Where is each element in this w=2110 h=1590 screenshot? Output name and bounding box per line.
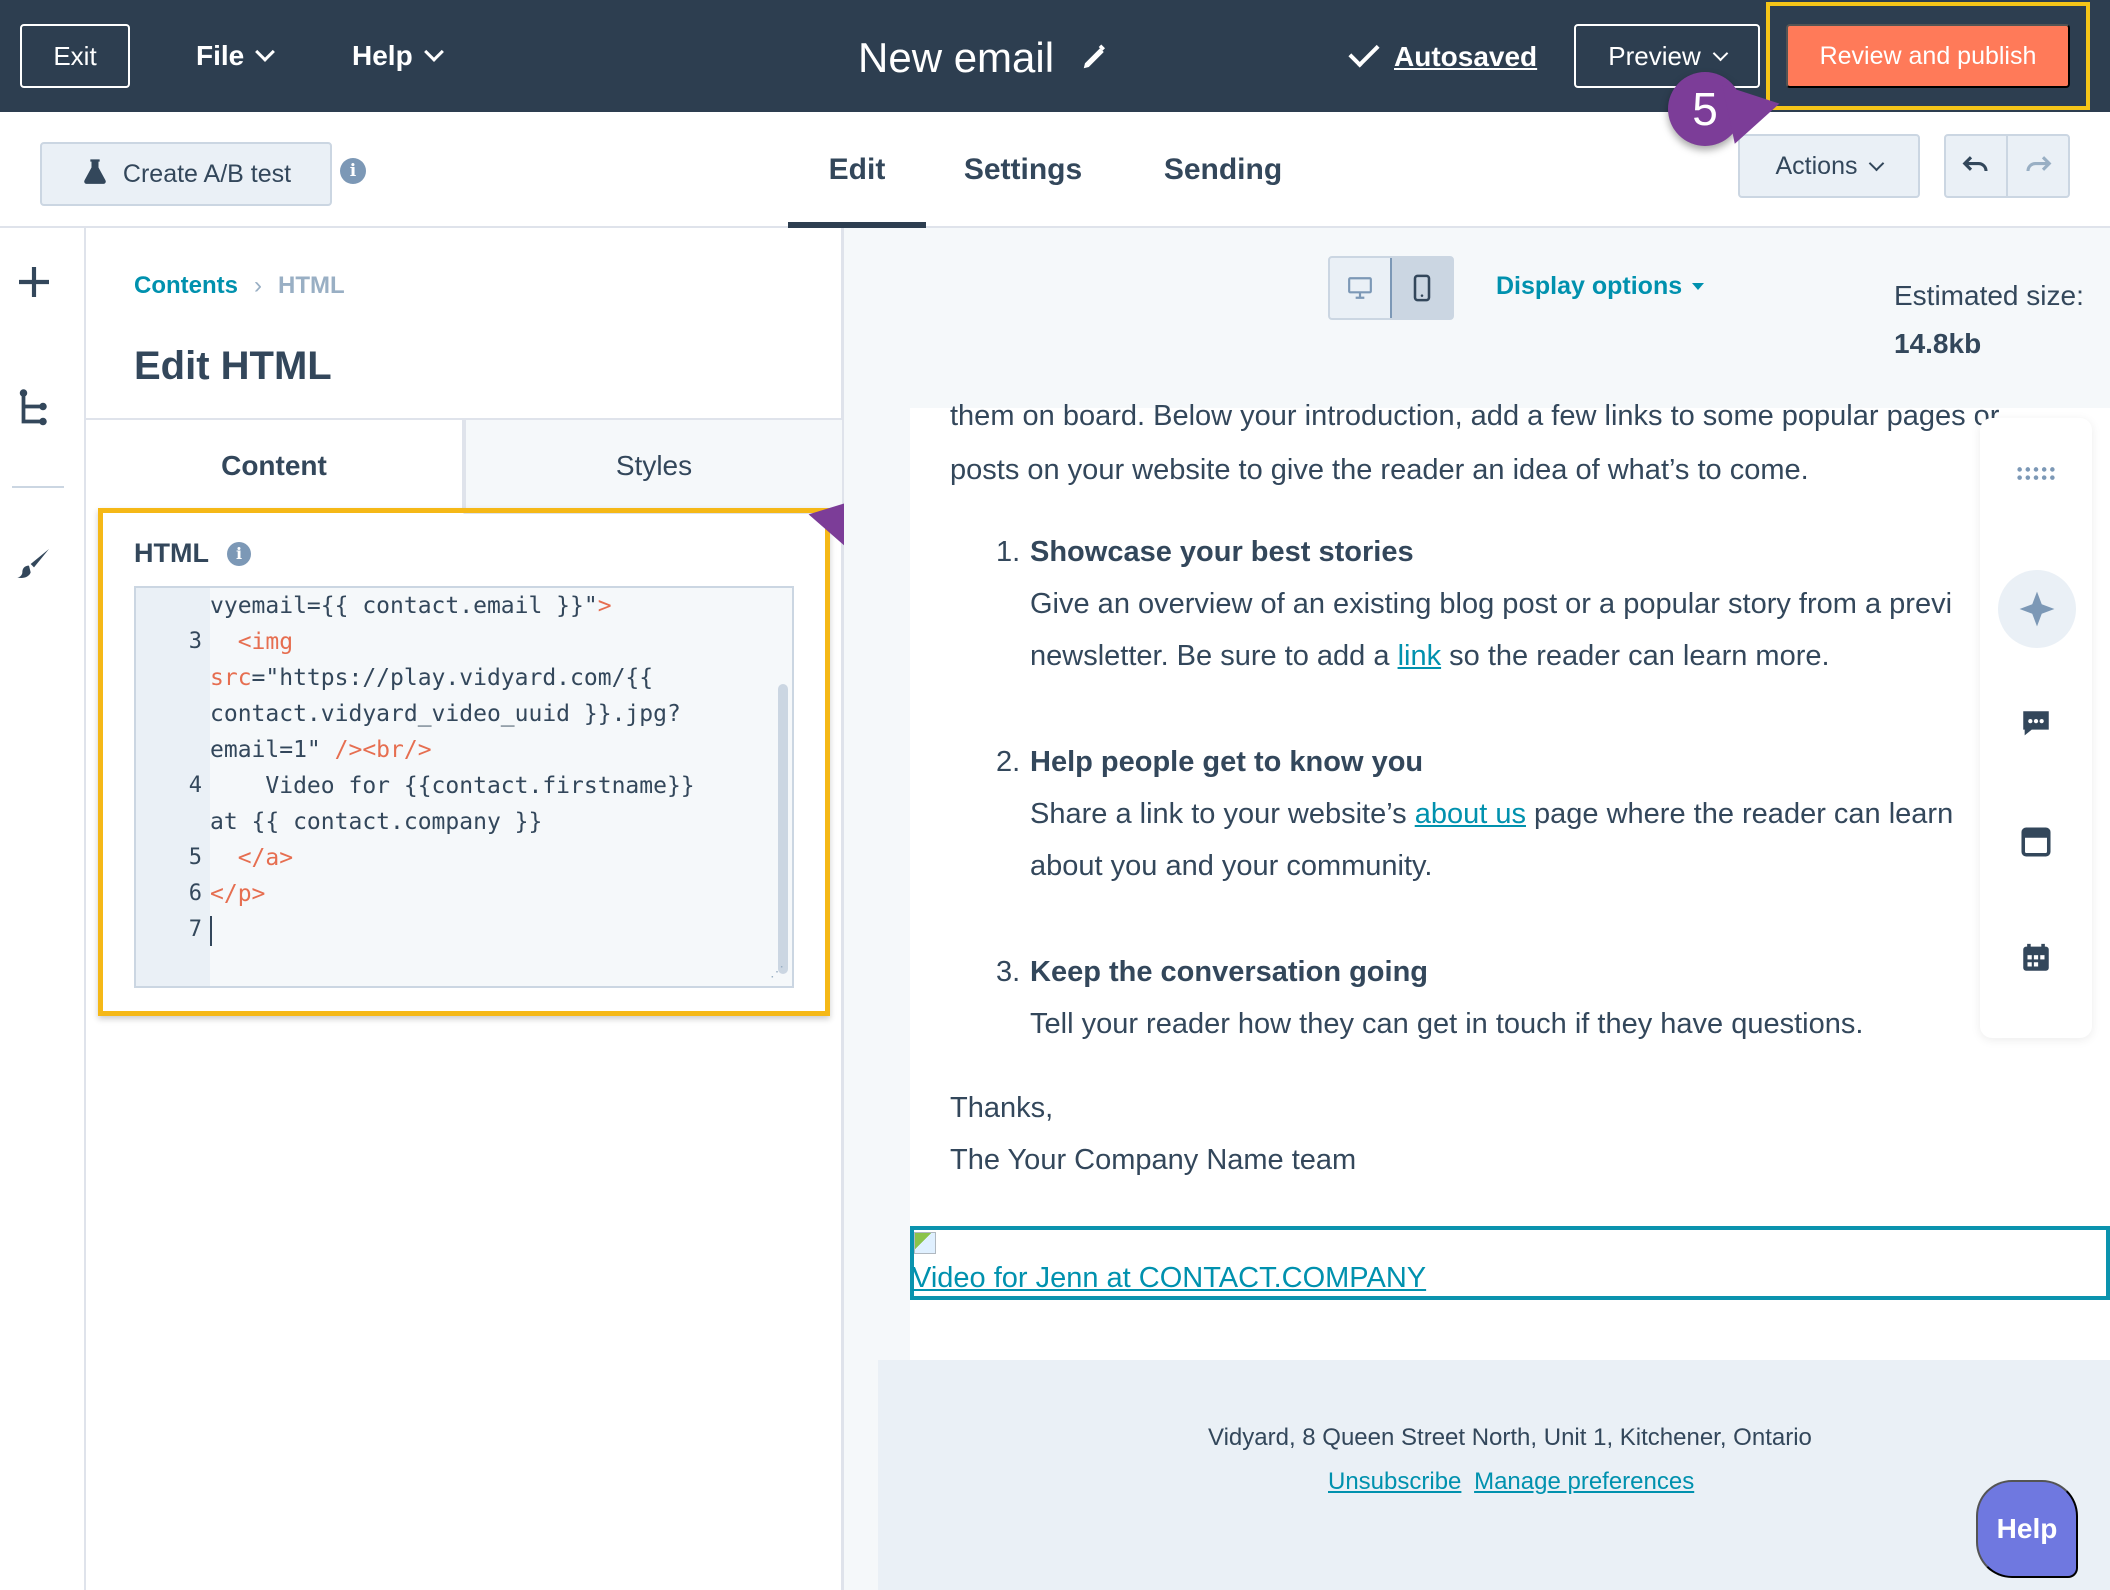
badge-pointer bbox=[1722, 74, 1786, 144]
beaker-icon bbox=[81, 157, 109, 192]
breadcrumb-current: HTML bbox=[278, 272, 345, 299]
list-number: 1. bbox=[996, 536, 1021, 568]
tab-sending[interactable]: Sending bbox=[1156, 112, 1290, 228]
list-text-segment: so the reader can learn more. bbox=[1441, 640, 1830, 672]
list-number: 3. bbox=[996, 956, 1021, 988]
email-title-text: New email bbox=[858, 34, 1055, 81]
panel-title: Edit HTML bbox=[134, 344, 332, 388]
about-us-link[interactable]: about us bbox=[1415, 798, 1526, 830]
device-toggle bbox=[1328, 256, 1454, 320]
list-text-segment: page where the reader can learn bbox=[1525, 798, 1954, 830]
link-anchor[interactable]: link bbox=[1398, 640, 1442, 672]
breadcrumb-contents[interactable]: Contents bbox=[134, 272, 238, 300]
estimated-size-label: Estimated size: bbox=[1894, 280, 2084, 311]
tab-sending-label: Sending bbox=[1163, 153, 1283, 186]
list-text: Tell your reader how they can get in tou… bbox=[1030, 1008, 1864, 1040]
brush-icon[interactable] bbox=[14, 544, 54, 589]
list-text-segment: newsletter. Be sure to add a bbox=[1030, 640, 1398, 672]
broken-image-icon bbox=[914, 1232, 936, 1254]
undo-icon[interactable] bbox=[1946, 136, 2008, 196]
breadcrumb-separator: › bbox=[254, 272, 262, 299]
intro-line-2: posts on your website to give the reader… bbox=[950, 454, 1809, 486]
list-heading: Keep the conversation going bbox=[1030, 956, 1428, 988]
create-ab-test-button[interactable]: Create A/B test bbox=[40, 142, 332, 206]
unsubscribe-link[interactable]: Unsubscribe bbox=[1328, 1468, 1461, 1495]
caret-down-icon bbox=[1692, 283, 1705, 290]
right-floating-toolbar bbox=[1980, 418, 2092, 1038]
file-menu-label: File bbox=[196, 40, 245, 71]
html-highlight-box bbox=[98, 508, 830, 1016]
list-number: 2. bbox=[996, 746, 1021, 778]
content-styles-tabs: Content Styles bbox=[86, 418, 844, 514]
list-text: about you and your community. bbox=[1030, 850, 1433, 882]
list-text: Give an overview of an existing blog pos… bbox=[1030, 588, 1953, 620]
autosave-status[interactable]: Autosaved bbox=[1348, 28, 1538, 86]
manage-preferences-link[interactable]: Manage preferences bbox=[1474, 1468, 1694, 1495]
list-text: Share a link to your website’s about us … bbox=[1030, 798, 1953, 831]
ab-test-label: Create A/B test bbox=[122, 159, 292, 188]
exit-button[interactable]: Exit bbox=[20, 24, 130, 88]
grid-dots-icon[interactable] bbox=[2016, 454, 2056, 494]
window-icon[interactable] bbox=[2016, 822, 2056, 862]
list-heading: Showcase your best stories bbox=[1030, 536, 1414, 568]
display-options-dropdown[interactable]: Display options bbox=[1496, 272, 1705, 301]
tab-edit[interactable]: Edit bbox=[788, 112, 926, 228]
list-heading: Help people get to know you bbox=[1030, 746, 1424, 778]
video-link[interactable]: Video for Jenn at CONTACT.COMPANY bbox=[912, 1262, 1426, 1295]
intro-line-1: them on board. Below your introduction, … bbox=[950, 400, 2000, 432]
pencil-icon[interactable] bbox=[1080, 34, 1110, 82]
tab-styles[interactable]: Styles bbox=[464, 420, 844, 514]
help-menu-label: Help bbox=[352, 40, 413, 71]
step-5-badge: 5 bbox=[1668, 72, 1786, 146]
undo-redo-group bbox=[1944, 134, 2070, 198]
footer-address: Vidyard, 8 Queen Street North, Unit 1, K… bbox=[1208, 1424, 1812, 1451]
tab-content-label: Content bbox=[221, 450, 327, 481]
desktop-icon[interactable] bbox=[1330, 258, 1390, 318]
footer-links: Unsubscribe Manage preferences bbox=[1328, 1468, 1694, 1496]
breadcrumb: Contents › HTML bbox=[134, 272, 345, 300]
signoff-team: The Your Company Name team bbox=[950, 1144, 1357, 1176]
redo-icon[interactable] bbox=[2008, 136, 2068, 196]
preview-label: Preview bbox=[1608, 40, 1701, 71]
tab-settings[interactable]: Settings bbox=[956, 112, 1090, 228]
chevron-down-icon bbox=[1869, 155, 1885, 171]
calendar-icon[interactable] bbox=[2016, 938, 2056, 978]
chevron-down-icon bbox=[423, 42, 444, 62]
list-text: newsletter. Be sure to add a link so the… bbox=[1030, 640, 1830, 673]
help-chat-button[interactable]: Help bbox=[1976, 1480, 2078, 1578]
list-text-segment: Share a link to your website’s bbox=[1030, 798, 1415, 830]
email-title[interactable]: New email bbox=[858, 28, 1110, 88]
publish-highlight-box bbox=[1766, 2, 2090, 110]
chevron-down-icon bbox=[1712, 45, 1729, 61]
mobile-icon[interactable] bbox=[1390, 258, 1452, 318]
tab-edit-label: Edit bbox=[828, 153, 886, 186]
display-options-label: Display options bbox=[1496, 272, 1683, 300]
tab-settings-label: Settings bbox=[963, 153, 1083, 186]
sparkle-icon[interactable] bbox=[1998, 570, 2076, 648]
tab-styles-label: Styles bbox=[615, 450, 693, 481]
estimated-size-value: 14.8kb bbox=[1894, 328, 1982, 359]
autosave-label: Autosaved bbox=[1394, 41, 1538, 72]
rail-divider bbox=[12, 486, 64, 488]
file-menu[interactable]: File bbox=[196, 24, 276, 88]
help-menu[interactable]: Help bbox=[352, 24, 444, 88]
chevron-down-icon bbox=[255, 42, 276, 62]
tab-content[interactable]: Content bbox=[86, 420, 464, 514]
signoff-thanks: Thanks, bbox=[950, 1092, 1054, 1124]
actions-label: Actions bbox=[1775, 151, 1858, 180]
tree-icon[interactable] bbox=[16, 388, 52, 433]
plus-icon[interactable] bbox=[14, 262, 54, 307]
chat-icon[interactable] bbox=[2016, 704, 2056, 744]
info-icon[interactable]: i bbox=[340, 158, 366, 184]
